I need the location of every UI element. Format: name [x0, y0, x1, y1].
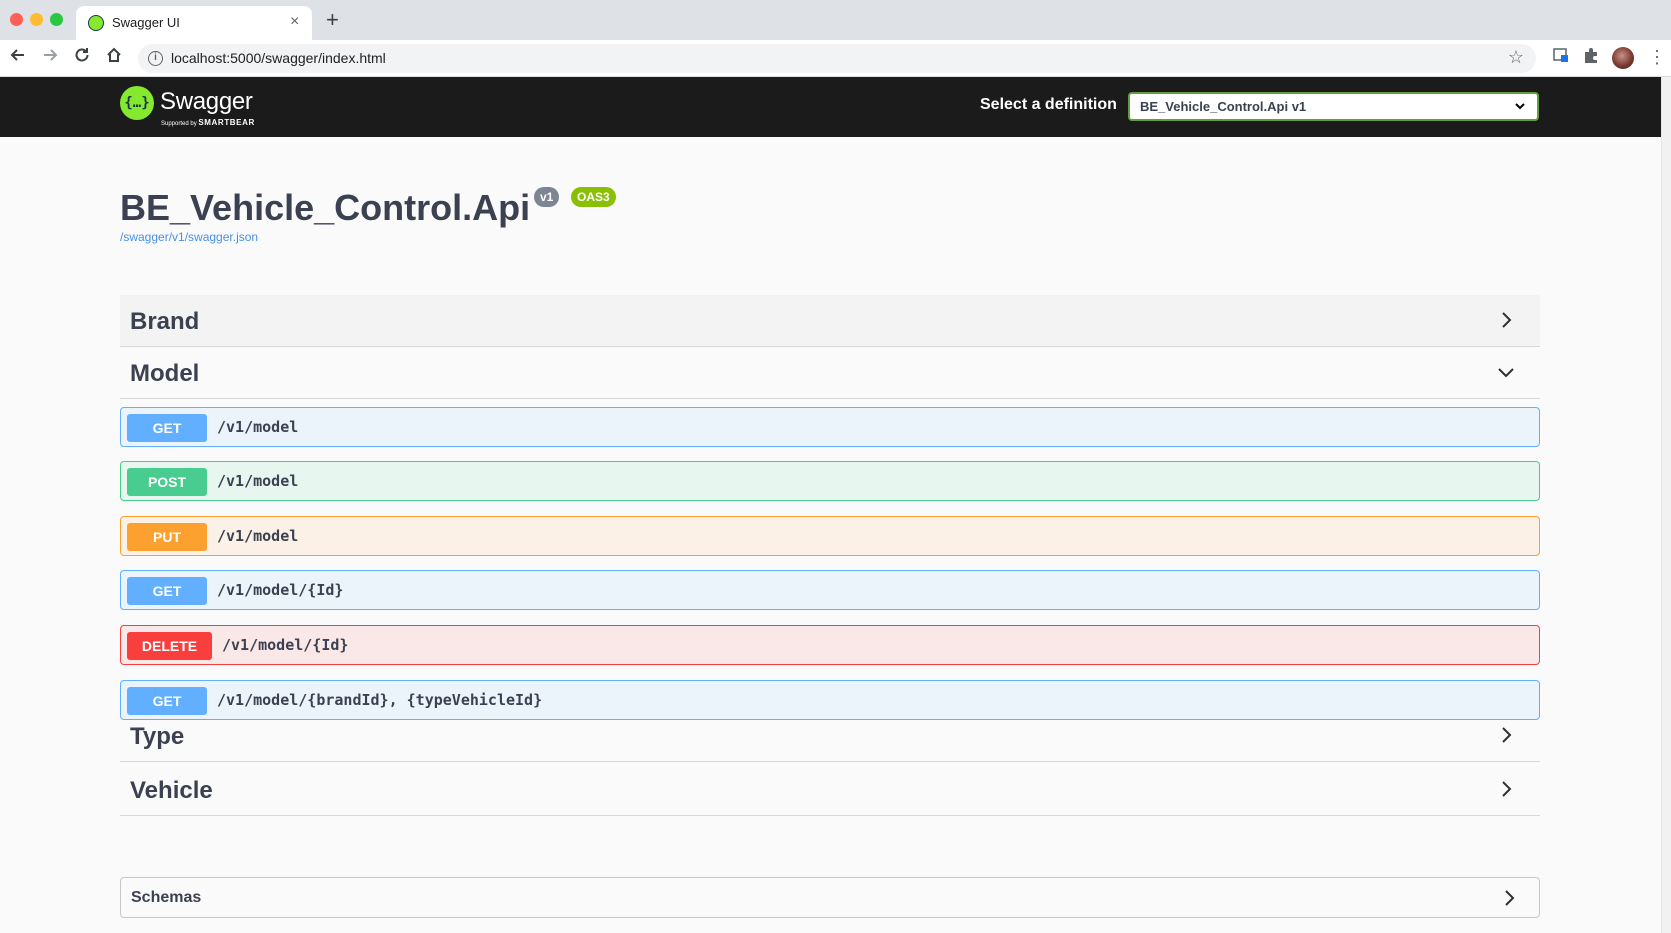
browser-toolbar: i localhost:5000/swagger/index.html ☆ ⋮: [0, 40, 1671, 77]
definition-select-value[interactable]: BE_Vehicle_Control.Api v1: [1140, 99, 1306, 114]
tag-type-label[interactable]: Type: [130, 723, 184, 751]
logo-sub-brand: SMARTBEAR: [198, 118, 255, 127]
tag-type[interactable]: Type: [120, 710, 1540, 762]
extension-puzzle-blue-icon[interactable]: [1552, 46, 1570, 69]
swagger-logo-icon[interactable]: {…}: [120, 86, 154, 120]
operation-path[interactable]: /v1/model/{Id}: [222, 636, 348, 654]
chevron-right-icon[interactable]: [1496, 779, 1516, 799]
definition-select[interactable]: BE_Vehicle_Control.Api v1: [1128, 92, 1539, 121]
operation-path[interactable]: /v1/model/{Id}: [217, 581, 343, 599]
swagger-logo-subtitle: Supported by SMARTBEAR: [161, 118, 255, 127]
tab-title: Swagger UI: [112, 15, 180, 30]
bookmark-star-icon[interactable]: ☆: [1508, 47, 1524, 68]
method-badge[interactable]: POST: [127, 468, 207, 496]
chevron-right-icon[interactable]: [1499, 888, 1519, 908]
operation-path[interactable]: /v1/model: [217, 418, 298, 436]
tag-brand[interactable]: Brand: [120, 295, 1540, 347]
version-badge: v1: [534, 187, 560, 207]
operation-put-model[interactable]: PUT /v1/model: [120, 516, 1540, 556]
extensions-puzzle-icon[interactable]: [1582, 46, 1600, 69]
operation-path[interactable]: /v1/model: [217, 527, 298, 545]
api-title: BE_Vehicle_Control.Api: [120, 187, 531, 228]
operation-post-model[interactable]: POST /v1/model: [120, 461, 1540, 501]
home-icon[interactable]: [102, 46, 126, 70]
operation-get-model[interactable]: GET /v1/model: [120, 407, 1540, 447]
swagger-logo-text[interactable]: Swagger: [160, 88, 253, 116]
swagger-topbar: {…} Swagger Supported by SMARTBEAR Selec…: [0, 77, 1661, 137]
schemas-title[interactable]: Schemas: [131, 889, 201, 907]
method-badge[interactable]: GET: [127, 577, 207, 605]
method-badge[interactable]: PUT: [127, 523, 207, 551]
browser-menu-icon[interactable]: ⋮: [1648, 46, 1666, 68]
chevron-right-icon[interactable]: [1496, 310, 1516, 330]
spec-json-link[interactable]: /swagger/v1/swagger.json: [120, 230, 258, 244]
address-bar[interactable]: i localhost:5000/swagger/index.html ☆: [138, 44, 1536, 73]
forward-arrow-icon[interactable]: [38, 46, 62, 70]
url-text[interactable]: localhost:5000/swagger/index.html: [171, 50, 386, 66]
browser-tab-bar: Swagger UI × +: [0, 0, 1671, 40]
operation-delete-model-id[interactable]: DELETE /v1/model/{Id}: [120, 625, 1540, 665]
chevron-right-icon[interactable]: [1496, 725, 1516, 745]
chevron-down-icon[interactable]: [1496, 362, 1516, 382]
tag-model-label[interactable]: Model: [130, 360, 199, 388]
operation-path[interactable]: /v1/model: [217, 472, 298, 490]
method-badge[interactable]: DELETE: [127, 632, 212, 660]
select-definition-label: Select a definition: [980, 96, 1117, 113]
chevron-down-icon: [1515, 103, 1525, 110]
oas-badge: OAS3: [571, 187, 616, 207]
tag-brand-label[interactable]: Brand: [130, 308, 199, 336]
tag-model[interactable]: Model: [120, 347, 1540, 399]
schemas-section[interactable]: Schemas: [120, 877, 1540, 918]
tag-vehicle-label[interactable]: Vehicle: [130, 777, 213, 805]
swagger-favicon-icon: [88, 15, 104, 31]
swagger-content: BE_Vehicle_Control.Api v1 OAS3 /swagger/…: [0, 137, 1661, 933]
method-badge[interactable]: GET: [127, 414, 207, 442]
browser-tab-swagger[interactable]: Swagger UI ×: [76, 6, 312, 40]
maximize-window-button[interactable]: [50, 13, 63, 26]
profile-avatar[interactable]: [1612, 47, 1634, 69]
tag-vehicle[interactable]: Vehicle: [120, 764, 1540, 816]
operation-path[interactable]: /v1/model/{brandId}, {typeVehicleId}: [217, 691, 542, 709]
new-tab-button[interactable]: +: [326, 8, 339, 32]
operation-get-model-id[interactable]: GET /v1/model/{Id}: [120, 570, 1540, 610]
tab-close-icon[interactable]: ×: [290, 13, 299, 31]
close-window-button[interactable]: [10, 13, 23, 26]
page-scrollbar[interactable]: [1661, 77, 1671, 933]
reload-icon[interactable]: [70, 46, 94, 70]
site-info-icon[interactable]: i: [148, 51, 163, 66]
minimize-window-button[interactable]: [30, 13, 43, 26]
logo-sub-prefix: Supported by: [161, 121, 199, 127]
back-arrow-icon[interactable]: [6, 46, 30, 70]
